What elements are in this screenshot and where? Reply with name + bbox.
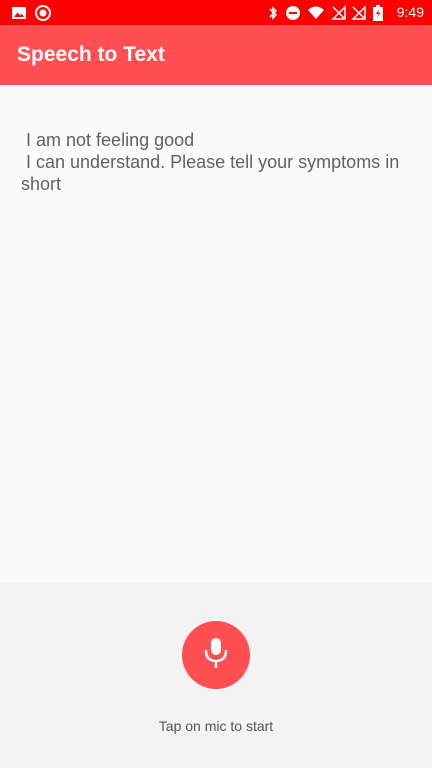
do-not-disturb-icon: [285, 5, 301, 21]
no-sim-icon: [331, 5, 347, 21]
mic-panel: Tap on mic to start: [0, 583, 432, 768]
record-icon: [35, 5, 51, 21]
transcript-area: I am not feeling good I can understand. …: [0, 85, 432, 583]
mic-hint: Tap on mic to start: [158, 718, 274, 734]
image-icon: [11, 5, 27, 21]
battery-charging-icon: [373, 5, 383, 21]
wifi-icon: [307, 5, 324, 21]
app-title: Speech to Text: [17, 43, 165, 66]
transcript-text: I am not feeling good I can understand. …: [21, 130, 400, 194]
mic-button[interactable]: [182, 621, 250, 689]
app-bar: Speech to Text: [0, 25, 432, 85]
microphone-icon: [201, 636, 231, 675]
status-time: 9:49: [396, 4, 424, 20]
status-bar: 9:49: [0, 0, 432, 25]
no-sim-icon: [351, 5, 367, 21]
bluetooth-icon: [265, 5, 281, 21]
